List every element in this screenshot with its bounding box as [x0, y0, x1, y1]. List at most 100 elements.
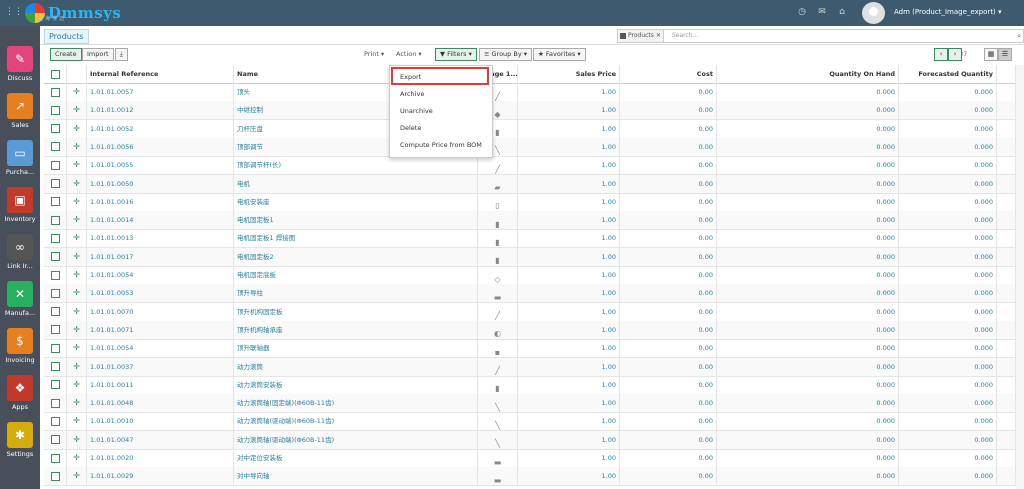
row-drag[interactable]: ✛: [67, 412, 87, 431]
drag-handle-icon[interactable]: ✛: [73, 380, 80, 389]
row-checkbox[interactable]: [50, 471, 60, 481]
column-header[interactable]: Cost: [620, 65, 717, 83]
search-input[interactable]: Products ✕ Search... ⌕: [617, 29, 1024, 43]
sidebar-item-purcha[interactable]: ▭ Purcha...: [0, 140, 40, 176]
table-row[interactable]: ✛ 1.01.01.0052 刀杆压盘 ▮ 1.00 0.00 0.000 0.000: [44, 119, 1016, 139]
row-drag[interactable]: ✛: [67, 430, 87, 449]
column-header[interactable]: Internal Reference: [87, 65, 234, 83]
product-name[interactable]: 电机安装座: [234, 192, 478, 211]
select-all-checkbox[interactable]: [44, 65, 67, 83]
pager-next-icon[interactable]: ›: [948, 48, 962, 61]
row-drag[interactable]: ✛: [67, 156, 87, 175]
user-avatar[interactable]: [862, 2, 885, 24]
row-select[interactable]: [44, 375, 67, 394]
action-menu-export[interactable]: Export: [400, 73, 421, 81]
internal-reference[interactable]: 1.01.01.0053: [87, 284, 234, 303]
row-select[interactable]: [44, 467, 67, 486]
row-drag[interactable]: ✛: [67, 320, 87, 339]
internal-reference[interactable]: 1.01.01.0052: [87, 119, 234, 138]
sidebar-item-inventory[interactable]: ▣ Inventory: [0, 187, 40, 223]
sidebar-item-linkir[interactable]: ∞ Link Ir...: [0, 234, 40, 270]
row-checkbox[interactable]: [50, 398, 60, 408]
home-icon[interactable]: ⌂: [836, 7, 848, 17]
drag-handle-icon[interactable]: ✛: [73, 179, 80, 188]
product-name[interactable]: 对中导向轴: [234, 467, 478, 486]
list-view-icon[interactable]: ☰: [998, 48, 1012, 61]
table-row[interactable]: ✛ 1.01.01.0053 顶升导柱 ▬ 1.00 0.00 0.000 0.000: [44, 284, 1016, 304]
column-header[interactable]: Forecasted Quantity: [899, 65, 996, 83]
group-by-button[interactable]: ≡ Group By ▾: [479, 48, 533, 61]
product-name[interactable]: 电机固定底板: [234, 266, 478, 284]
row-select[interactable]: [44, 394, 67, 413]
breadcrumb-products[interactable]: Products: [44, 29, 89, 44]
product-name[interactable]: 对中定位安装板: [234, 449, 478, 467]
table-row[interactable]: ✛ 1.01.01.0012 中继控制 ◆ 1.00 0.00 0.000 0.000: [44, 101, 1016, 121]
product-name[interactable]: 动力滚筒轴(固定端)(Φ60B-11齿): [234, 394, 478, 413]
product-name[interactable]: 电机固定板1: [234, 211, 478, 230]
row-checkbox[interactable]: [50, 179, 60, 188]
action-button[interactable]: Action ▾: [396, 50, 422, 58]
row-drag[interactable]: ✛: [67, 119, 87, 138]
table-row[interactable]: ✛ 1.01.01.0029 对中导向轴 ▬ 1.00 0.00 0.000 0.000: [44, 467, 1016, 487]
row-checkbox[interactable]: [50, 105, 60, 115]
drag-handle-icon[interactable]: ✛: [73, 288, 80, 297]
row-drag[interactable]: ✛: [67, 211, 87, 230]
table-row[interactable]: ✛ 1.01.01.0048 动力滚筒轴(固定端)(Φ60B-11齿) ╲ 1.00 0.…: [44, 394, 1016, 414]
product-name[interactable]: 动力滚筒: [234, 357, 478, 376]
row-drag[interactable]: ✛: [67, 302, 87, 321]
internal-reference[interactable]: 1.01.01.0054: [87, 266, 234, 284]
sidebar-item-manufa[interactable]: ✕ Manufa...: [0, 281, 40, 317]
row-drag[interactable]: ✛: [67, 357, 87, 376]
column-header[interactable]: Sales Price: [518, 65, 620, 83]
table-row[interactable]: ✛ 1.01.01.0054 电机固定底板 ◇ 1.00 0.00 0.000 0.000: [44, 266, 1016, 285]
drag-handle-icon[interactable]: ✛: [73, 160, 80, 169]
table-row[interactable]: ✛ 1.01.01.0013 电机固定板1 焊接图 ▮ 1.00 0.00 0.000 0.0…: [44, 229, 1016, 249]
row-select[interactable]: [44, 284, 67, 303]
action-menu-delete[interactable]: Delete: [400, 124, 421, 132]
row-checkbox[interactable]: [50, 288, 60, 298]
table-row[interactable]: ✛ 1.01.01.0057 顶头 ╱ 1.00 0.00 0.000 0.000: [44, 83, 1016, 102]
print-button[interactable]: Print ▾: [364, 50, 384, 58]
drag-handle-icon[interactable]: ✛: [73, 471, 80, 480]
internal-reference[interactable]: 1.01.01.0029: [87, 467, 234, 486]
column-header[interactable]: Quantity On Hand: [717, 65, 899, 83]
row-select[interactable]: [44, 357, 67, 376]
drag-handle-icon[interactable]: ✛: [73, 124, 80, 133]
internal-reference[interactable]: 1.01.01.0055: [87, 156, 234, 175]
row-checkbox[interactable]: [50, 416, 60, 426]
kanban-view-icon[interactable]: ▦: [984, 48, 998, 61]
internal-reference[interactable]: 1.01.01.0012: [87, 101, 234, 120]
username-menu[interactable]: Adm (Product_Image_export) ▾: [894, 8, 1002, 16]
row-checkbox[interactable]: [50, 362, 60, 371]
clock-icon[interactable]: ◷: [796, 7, 808, 17]
drag-handle-icon[interactable]: ✛: [73, 416, 80, 425]
internal-reference[interactable]: 1.01.01.0071: [87, 320, 234, 339]
row-select[interactable]: [44, 320, 67, 339]
row-checkbox[interactable]: [50, 307, 60, 317]
internal-reference[interactable]: 1.01.01.0020: [87, 449, 234, 467]
scrollbar[interactable]: [1016, 65, 1024, 489]
filters-button[interactable]: ▼ Filters ▾: [435, 48, 477, 61]
drag-handle-icon[interactable]: ✛: [73, 252, 80, 261]
table-row[interactable]: ✛ 1.01.01.0016 电机安装座 ▯ 1.00 0.00 0.000 0.000: [44, 192, 1016, 212]
row-drag[interactable]: ✛: [67, 101, 87, 120]
row-checkbox[interactable]: [50, 87, 60, 97]
apps-icon[interactable]: ⋮⋮: [5, 8, 23, 17]
row-checkbox[interactable]: [50, 124, 60, 134]
row-select[interactable]: [44, 449, 67, 467]
import-button[interactable]: Import: [82, 48, 114, 61]
row-checkbox[interactable]: [50, 233, 60, 243]
drag-handle-icon[interactable]: ✛: [73, 233, 80, 242]
product-name[interactable]: 顶升机构轴承座: [234, 320, 478, 339]
table-row[interactable]: ✛ 1.01.01.0050 电机 ▰ 1.00 0.00 0.000 0.000: [44, 174, 1016, 194]
row-select[interactable]: [44, 430, 67, 449]
drag-handle-icon[interactable]: ✛: [73, 453, 80, 462]
internal-reference[interactable]: 1.01.01.0016: [87, 192, 234, 211]
product-name[interactable]: 动力滚筒轴(驱动端)(Φ60B-11齿): [234, 430, 478, 449]
row-checkbox[interactable]: [50, 325, 60, 335]
internal-reference[interactable]: 1.01.01.0010: [87, 412, 234, 431]
product-name[interactable]: 电机固定板2: [234, 247, 478, 266]
row-select[interactable]: [44, 302, 67, 321]
table-row[interactable]: ✛ 1.01.01.0047 动力滚筒轴(驱动端)(Φ60B-11齿) ╲ 1.00 0.…: [44, 430, 1016, 450]
drag-handle-icon[interactable]: ✛: [73, 398, 80, 407]
